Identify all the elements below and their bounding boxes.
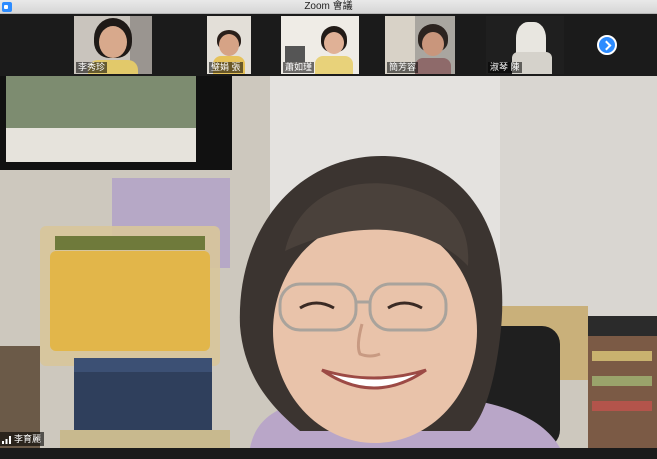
- participant-name: 簡芳容: [387, 62, 419, 73]
- background-object: [285, 46, 305, 62]
- participant-face: [324, 32, 344, 54]
- participant-name: 璧娟 張: [209, 62, 243, 73]
- participant-face: [99, 26, 127, 58]
- participant-name: 淑琴 陳: [488, 62, 522, 73]
- bag-handle: [55, 236, 205, 250]
- title-bar: Zoom 會議: [0, 0, 657, 14]
- window-title: Zoom 會議: [304, 1, 353, 12]
- active-speaker-video: [0, 76, 657, 448]
- active-speaker-name: 李育麗: [14, 434, 42, 444]
- participant-tile[interactable]: 李秀珍: [74, 16, 152, 74]
- participant-face: [422, 32, 444, 56]
- participant-shirt: [315, 56, 353, 74]
- wall-panel: [500, 76, 657, 336]
- participant-name: 李秀珍: [76, 62, 108, 73]
- participant-strip: 李秀珍 璧娟 張 蕭如瑾 簡芳容 淑琴 陳: [0, 14, 657, 76]
- chevron-right-icon[interactable]: [597, 35, 617, 55]
- book-row: [592, 351, 652, 361]
- participant-tile[interactable]: 璧娟 張: [207, 16, 251, 74]
- painting: [6, 76, 196, 128]
- bag-contents: [50, 251, 210, 351]
- signal-bars-icon: [2, 435, 11, 444]
- participant-name: 蕭如瑾: [283, 62, 315, 73]
- bottom-bar: [0, 448, 657, 459]
- book-row: [592, 376, 652, 386]
- participant-tile[interactable]: 簡芳容: [385, 16, 455, 74]
- video-frame: [0, 76, 657, 448]
- shoe-box-lid: [74, 358, 212, 372]
- participant-tile[interactable]: 淑琴 陳: [486, 16, 564, 74]
- participant-face: [219, 34, 239, 56]
- painting-mat: [6, 128, 196, 162]
- active-speaker-label: 李育麗: [0, 432, 45, 446]
- book-row: [592, 401, 652, 411]
- participant-tile[interactable]: 蕭如瑾: [281, 16, 359, 74]
- desk-items: [60, 430, 230, 448]
- participant-shirt: [415, 58, 451, 74]
